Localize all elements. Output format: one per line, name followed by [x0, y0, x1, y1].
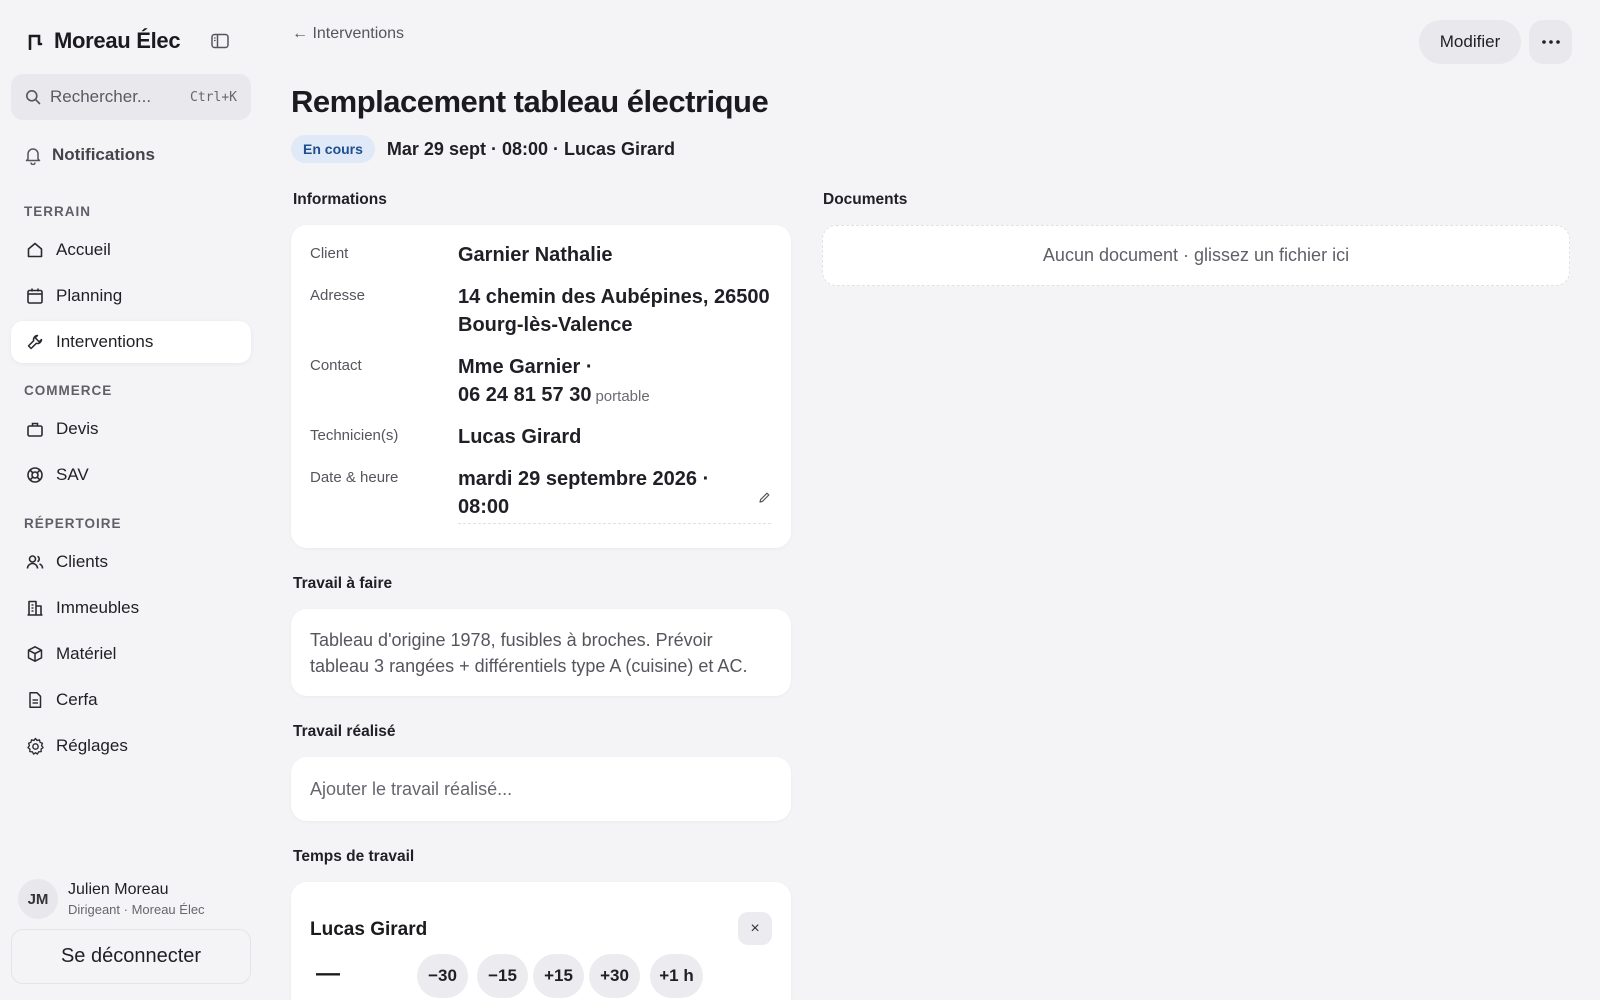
sidebar-item-label: Clients	[56, 552, 108, 571]
sidebar-item-reglages[interactable]: Réglages	[11, 725, 251, 767]
gear-icon	[25, 736, 45, 756]
sidebar-item-devis[interactable]: Devis	[11, 408, 251, 450]
brand-name: Moreau Élec	[54, 28, 181, 53]
sidebar-item-planning[interactable]: Planning	[11, 275, 251, 317]
more-button[interactable]	[1529, 20, 1572, 64]
sidebar-item-sav[interactable]: SAV	[11, 454, 251, 496]
time-plus-30-button[interactable]: +30	[589, 954, 640, 998]
section-commerce: COMMERCE	[24, 383, 113, 398]
section-terrain: TERRAIN	[24, 204, 91, 219]
sidebar-item-label: Immeubles	[56, 598, 140, 617]
documents-heading: Documents	[823, 191, 908, 208]
users-icon	[25, 552, 45, 572]
time-total: —	[316, 960, 340, 987]
sidebar-item-clients[interactable]: Clients	[11, 541, 251, 583]
sidebar-item-immeubles[interactable]: Immeubles	[11, 587, 251, 629]
notifications-label: Notifications	[52, 145, 155, 164]
pencil-icon[interactable]	[758, 491, 771, 504]
travail-a-faire-heading: Travail à faire	[293, 575, 393, 592]
sidebar-item-label: SAV	[56, 465, 89, 484]
user-profile[interactable]: JM Julien Moreau Dirigeant · Moreau Élec	[18, 878, 248, 920]
contact-phone[interactable]: 06 24 81 57 30	[458, 384, 591, 406]
document-dropzone[interactable]: Aucun document · glissez un fichier ici	[822, 225, 1570, 286]
informations-heading: Informations	[293, 191, 387, 208]
user-role: Dirigeant · Moreau Élec	[68, 902, 205, 917]
date-line2: 08:00	[458, 496, 510, 518]
home-icon	[25, 240, 45, 260]
techniciens-value[interactable]: Lucas Girard	[458, 423, 778, 451]
contact-label: Contact	[310, 357, 362, 374]
sidebar-item-label: Cerfa	[56, 690, 98, 709]
time-minus-15-button[interactable]: −15	[477, 954, 528, 998]
informations-card: Client Garnier Nathalie Adresse 14 chemi…	[291, 225, 791, 548]
logout-button[interactable]: Se déconnecter	[11, 929, 251, 984]
travail-a-faire-card[interactable]: Tableau d'origine 1978, fusibles à broch…	[291, 609, 791, 696]
client-label: Client	[310, 245, 349, 262]
breadcrumb-back-link[interactable]: ← Interventions	[292, 25, 404, 43]
status-badge: En cours	[291, 135, 375, 163]
search-box[interactable]: Ctrl+K	[11, 74, 251, 120]
travail-realise-heading: Travail réalisé	[293, 723, 396, 740]
client-value[interactable]: Garnier Nathalie	[458, 241, 778, 269]
sidebar-item-label: Interventions	[56, 332, 154, 351]
adresse-line2: Bourg-lès-Valence	[458, 314, 633, 336]
adresse-label: Adresse	[310, 287, 366, 304]
more-horizontal-icon	[1541, 40, 1560, 44]
page-title: Remplacement tableau électrique	[291, 84, 769, 119]
search-icon	[25, 89, 41, 105]
sidebar-item-label: Planning	[56, 286, 123, 305]
temps-de-travail-heading: Temps de travail	[293, 848, 415, 865]
time-plus-15-button[interactable]: +15	[533, 954, 584, 998]
dropzone-text: Aucun document · glissez un fichier ici	[1042, 245, 1350, 265]
avatar: JM	[18, 879, 58, 919]
section-repertoire: RÉPERTOIRE	[24, 516, 122, 531]
time-minus-30-button[interactable]: −30	[417, 954, 468, 998]
briefcase-icon	[25, 419, 45, 439]
temps-de-travail-card: Lucas Girard × — −30 −15 +15 +30 +1 h	[291, 882, 791, 1000]
intervention-meta: En cours Mar 29 sept · 08:00 · Lucas Gir…	[291, 135, 675, 163]
notifications-link[interactable]: Notifications	[24, 140, 244, 170]
sidebar-item-label: Matériel	[56, 644, 117, 663]
bell-icon	[24, 146, 42, 165]
adresse-value[interactable]: 14 chemin des Aubépines, 26500 Bourg-lès…	[458, 283, 778, 339]
building-icon	[25, 598, 45, 618]
calendar-icon	[25, 286, 45, 306]
techniciens-label: Technicien(s)	[310, 427, 399, 444]
user-name: Julien Moreau	[68, 881, 169, 898]
brand[interactable]: Moreau Élec	[24, 26, 239, 56]
sidebar-item-cerfa[interactable]: Cerfa	[11, 679, 251, 721]
travail-realise-card	[291, 757, 791, 821]
contact-value[interactable]: Mme Garnier · 06 24 81 57 30 portable	[458, 353, 778, 411]
sidebar: Moreau Élec Ctrl+K Notifications TERRAIN…	[0, 0, 262, 1000]
wrench-icon	[25, 332, 45, 352]
technicien-name: Lucas Girard	[310, 919, 428, 940]
travail-a-faire-text: Tableau d'origine 1978, fusibles à broch…	[310, 630, 748, 676]
sidebar-item-interventions[interactable]: Interventions	[11, 321, 251, 363]
date-value[interactable]: mardi 29 septembre 2026 · 08:00	[458, 465, 771, 524]
logo-icon	[24, 30, 46, 52]
date-line1: mardi 29 septembre 2026 ·	[458, 468, 710, 490]
sidebar-toggle-icon[interactable]	[208, 30, 232, 52]
sidebar-item-accueil[interactable]: Accueil	[11, 229, 251, 271]
date-label: Date & heure	[310, 469, 399, 486]
time-plus-1h-button[interactable]: +1 h	[650, 954, 703, 998]
sidebar-item-label: Accueil	[56, 240, 111, 259]
search-shortcut: Ctrl+K	[190, 89, 237, 105]
adresse-line1: 14 chemin des Aubépines, 26500	[458, 286, 770, 308]
document-icon	[25, 690, 45, 710]
modifier-button[interactable]: Modifier	[1419, 20, 1521, 64]
remove-technicien-button[interactable]: ×	[738, 912, 772, 945]
lifebuoy-icon	[25, 465, 45, 485]
sidebar-item-label: Réglages	[56, 736, 128, 755]
travail-realise-input[interactable]	[310, 775, 770, 803]
intervention-summary: Mar 29 sept · 08:00 · Lucas Girard	[386, 138, 676, 159]
sidebar-item-materiel[interactable]: Matériel	[11, 633, 251, 675]
package-icon	[25, 644, 45, 664]
contact-line1: Mme Garnier ·	[458, 356, 593, 378]
sidebar-item-label: Devis	[56, 419, 99, 438]
contact-note: portable	[595, 388, 650, 405]
search-input[interactable]	[50, 87, 180, 107]
